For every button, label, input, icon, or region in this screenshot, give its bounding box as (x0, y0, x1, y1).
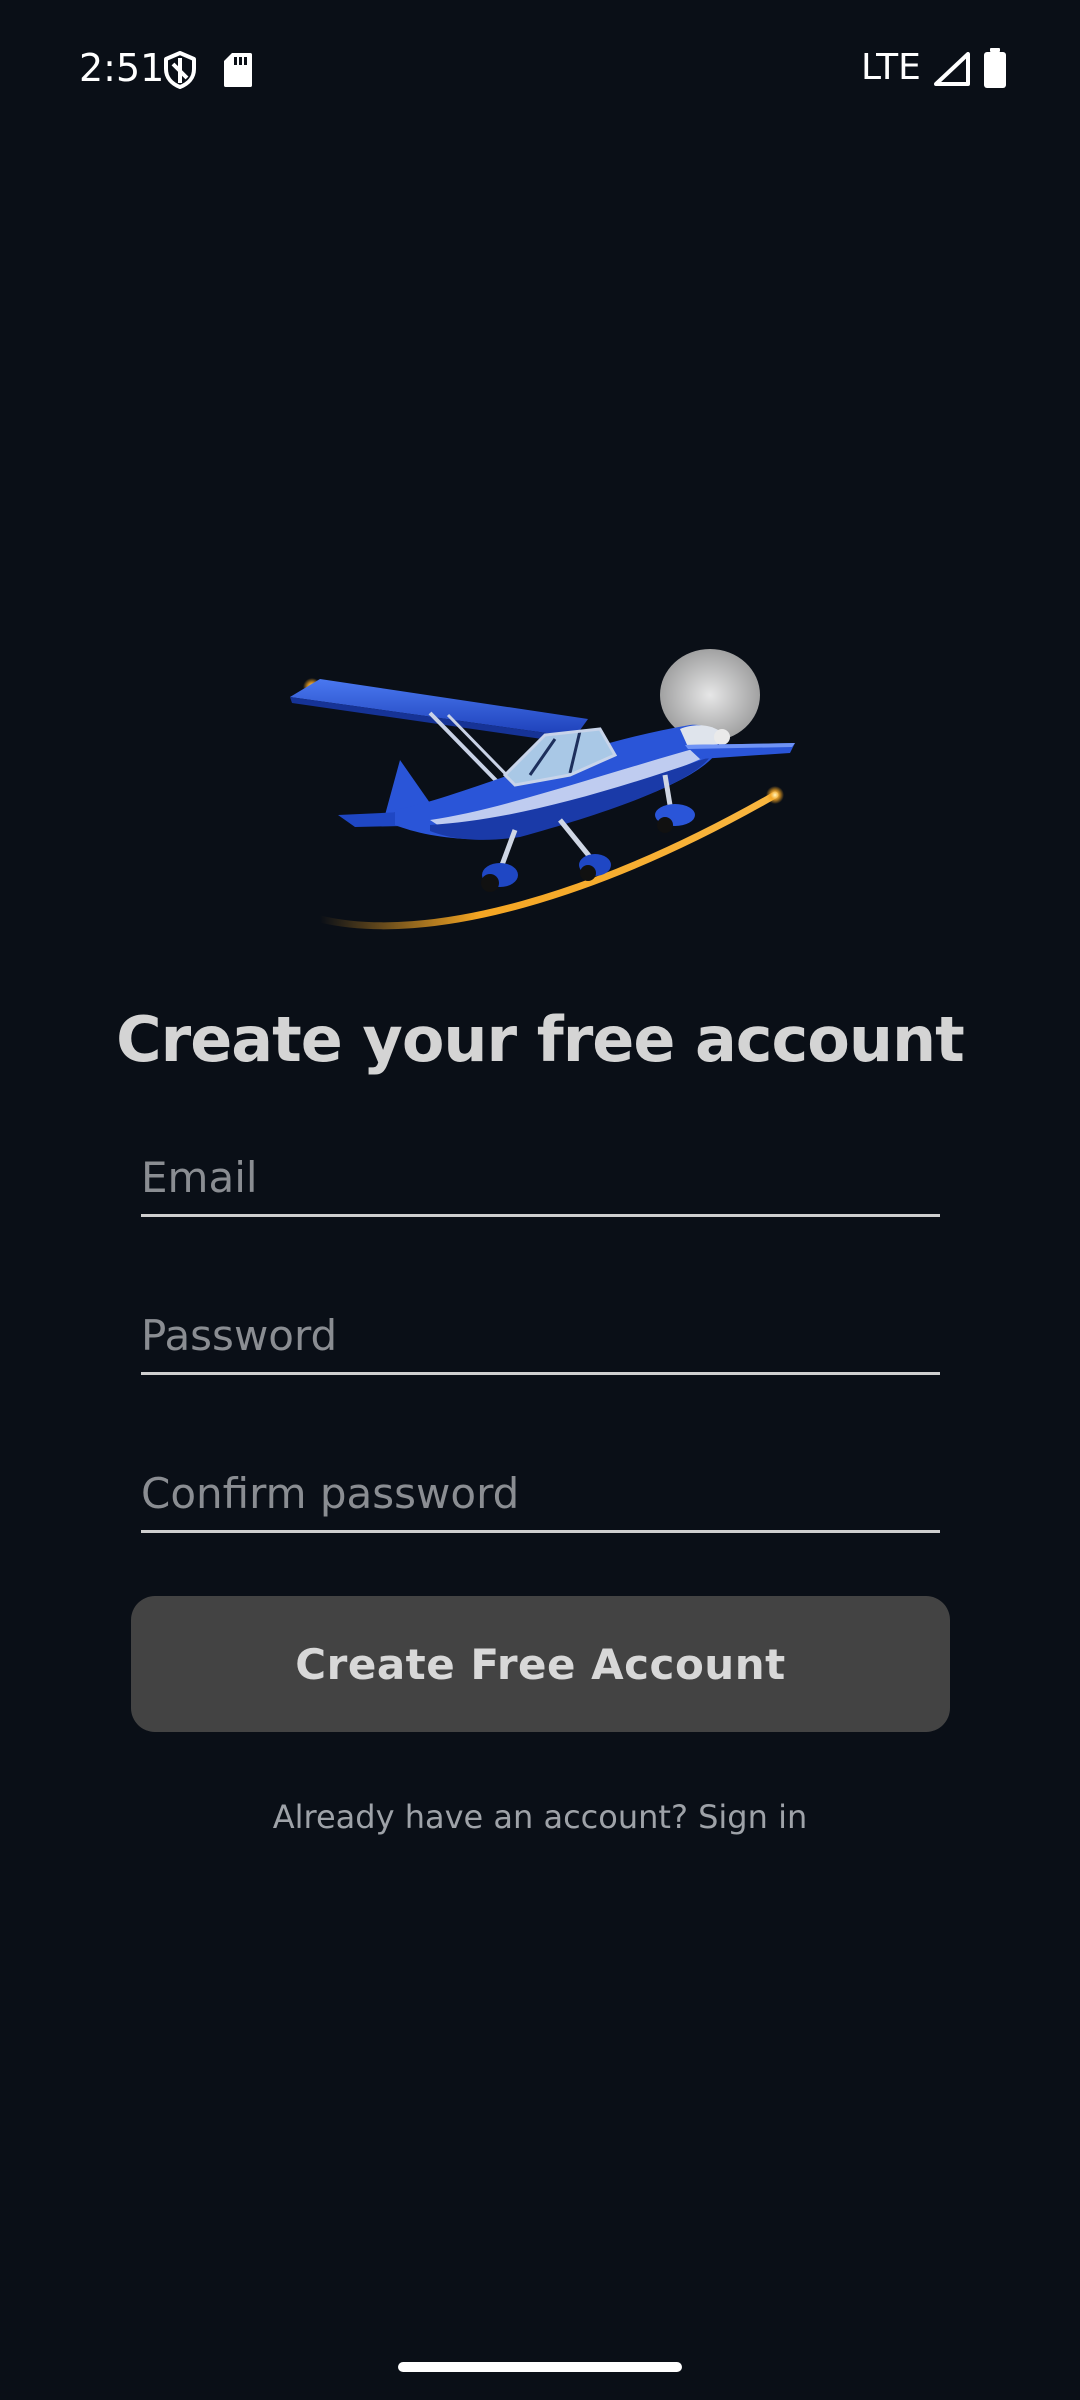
signal-icon (934, 52, 970, 86)
signup-screen: 2:51 LTE Create your free account Email … (0, 0, 1080, 2400)
status-bar: 2:51 LTE (0, 0, 1080, 135)
sdcard-icon (224, 53, 252, 87)
status-time: 2:51 (79, 46, 165, 90)
confirm-password-field-container (141, 1443, 940, 1533)
page-title: Create your free account (116, 1003, 965, 1076)
create-account-button[interactable]: Create Free Account (131, 1596, 950, 1732)
password-field[interactable] (141, 1285, 940, 1375)
password-field-container (141, 1285, 940, 1375)
email-field[interactable] (141, 1127, 940, 1217)
home-indicator[interactable] (398, 2362, 682, 2372)
sign-in-link[interactable]: Already have an account? Sign in (0, 1795, 1080, 1839)
battery-icon (984, 48, 1006, 88)
shield-icon (164, 51, 196, 89)
confirm-password-field[interactable] (141, 1443, 940, 1533)
airplane-illustration (290, 649, 795, 930)
email-field-container (141, 1127, 940, 1217)
network-type-label: LTE (861, 47, 921, 88)
